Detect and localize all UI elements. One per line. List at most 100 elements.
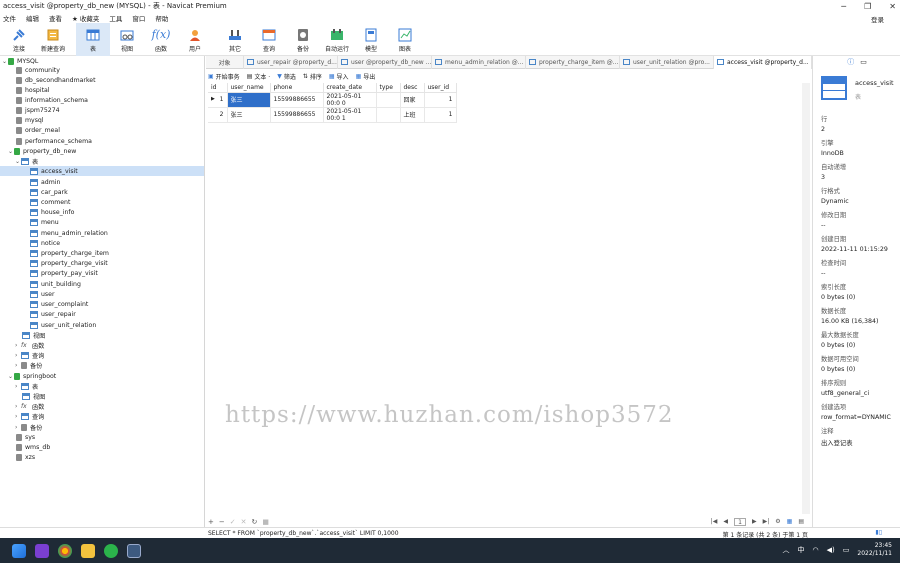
- column-header[interactable]: user_id: [424, 83, 457, 93]
- delete-record-icon[interactable]: −: [219, 518, 225, 526]
- chevron-up-icon[interactable]: ︿: [783, 545, 790, 555]
- table-property-charge-visit[interactable]: property_charge_visit: [30, 258, 108, 268]
- first-page-icon[interactable]: |◀: [711, 518, 718, 525]
- grid-cell[interactable]: ▶ 1: [208, 92, 228, 108]
- wifi-icon[interactable]: ◠: [813, 546, 819, 554]
- tab-access-visit[interactable]: access_visit @property_d...: [714, 55, 812, 69]
- new-query-button[interactable]: 新建查询: [36, 23, 70, 56]
- table-property-pay-visit[interactable]: property_pay_visit: [30, 268, 98, 278]
- table-unit-building[interactable]: unit_building: [30, 279, 81, 289]
- minimize-icon[interactable]: ─: [841, 2, 846, 11]
- start-icon[interactable]: [12, 543, 26, 558]
- grid-cell[interactable]: [376, 92, 401, 108]
- page-number-input[interactable]: 1: [734, 517, 746, 526]
- table-comment[interactable]: comment: [30, 197, 70, 207]
- tab-objects[interactable]: 对象: [206, 55, 244, 69]
- backup-button[interactable]: 备份: [286, 23, 320, 56]
- autorun-button[interactable]: 自动运行: [320, 23, 354, 56]
- menu-edit[interactable]: 编辑: [26, 13, 39, 23]
- tab-property-charge-item[interactable]: property_charge_item @...: [526, 55, 620, 69]
- function-button[interactable]: f(x) 函数: [144, 23, 178, 56]
- springboot-queries[interactable]: › 查询: [15, 411, 44, 421]
- table-access-visit[interactable]: access_visit: [0, 166, 204, 176]
- tab-user[interactable]: user @property_db_new ...: [338, 55, 432, 69]
- db-springboot[interactable]: ⌄ springboot: [8, 371, 56, 381]
- form-view-icon[interactable]: ▤: [798, 518, 804, 525]
- db-sys[interactable]: sys: [16, 432, 35, 442]
- springboot-functions[interactable]: › fx 函数: [15, 401, 44, 411]
- db-xzs[interactable]: xzs: [16, 452, 35, 462]
- table-menu-admin-relation[interactable]: menu_admin_relation: [30, 228, 108, 238]
- navicat-icon[interactable]: [127, 543, 141, 558]
- table-user-repair[interactable]: user_repair: [30, 309, 76, 319]
- grid-cell[interactable]: 2: [208, 107, 228, 123]
- grid-cell[interactable]: 张三: [227, 107, 271, 123]
- column-header[interactable]: desc: [400, 83, 425, 93]
- export-button[interactable]: ▦ 导出: [356, 72, 376, 81]
- last-page-icon[interactable]: ▶|: [763, 518, 770, 525]
- column-header[interactable]: type: [376, 83, 401, 93]
- springboot-backups[interactable]: › 备份: [15, 422, 42, 432]
- chart-button[interactable]: 图表: [388, 23, 422, 56]
- add-record-icon[interactable]: +: [208, 518, 214, 526]
- battery-icon[interactable]: ▭: [843, 546, 850, 554]
- grid-cell[interactable]: 上班: [400, 107, 425, 123]
- wechat-icon[interactable]: [104, 543, 118, 558]
- import-button[interactable]: ▦ 导入: [329, 72, 349, 81]
- springboot-views[interactable]: 视图: [22, 391, 45, 401]
- clock[interactable]: 23:45 2022/11/11: [857, 542, 892, 558]
- db-performance-schema[interactable]: performance_schema: [16, 136, 92, 146]
- grid-cell[interactable]: 张三: [227, 92, 271, 108]
- table-menu[interactable]: menu: [30, 217, 59, 227]
- group-queries[interactable]: › 查询: [15, 350, 44, 360]
- close-icon[interactable]: ✕: [889, 2, 896, 11]
- db-hospital[interactable]: hospital: [16, 85, 50, 95]
- db-order-meal[interactable]: order_meal: [16, 125, 60, 135]
- table-row[interactable]: 2 张三 15599886655 2021-05-01 00:0 1 上班 1: [208, 107, 457, 123]
- menu-file[interactable]: 文件: [3, 13, 16, 23]
- folder-icon[interactable]: [81, 543, 95, 558]
- table-user-unit-relation[interactable]: user_unit_relation: [30, 320, 96, 330]
- table-car-park[interactable]: car_park: [30, 187, 68, 197]
- table-row[interactable]: ▶ 1 张三 15599886655 2021-05-01 00:0 0 回家 1: [208, 92, 457, 108]
- discard-icon[interactable]: ✕: [241, 518, 247, 526]
- column-header[interactable]: user_name: [227, 83, 271, 93]
- column-header[interactable]: phone: [270, 83, 324, 93]
- volume-icon[interactable]: ◀): [827, 546, 835, 554]
- tab-menu-admin-relation[interactable]: menu_admin_relation @...: [432, 55, 526, 69]
- grid-view-icon[interactable]: ▦: [787, 518, 793, 525]
- menu-tools[interactable]: 工具: [109, 13, 122, 23]
- apply-icon[interactable]: ✓: [230, 518, 236, 526]
- table-house-info[interactable]: house_info: [30, 207, 74, 217]
- grid-cell[interactable]: 15599886655: [270, 92, 324, 108]
- layout-icon[interactable]: ▮▯: [875, 529, 882, 536]
- refresh-icon[interactable]: ↻: [252, 518, 258, 526]
- tab-user-repair[interactable]: user_repair @property_d...: [244, 55, 338, 69]
- view-button[interactable]: 视图: [110, 23, 144, 56]
- connect-button[interactable]: 连接: [2, 23, 36, 56]
- group-backups[interactable]: › 备份: [15, 360, 42, 370]
- table-admin[interactable]: admin: [30, 177, 60, 187]
- db-secondhandmarket[interactable]: db_secondhandmarket: [16, 75, 96, 85]
- db-mysql[interactable]: mysql: [16, 115, 44, 125]
- user-button[interactable]: 用户: [178, 23, 212, 56]
- column-header[interactable]: id: [208, 83, 228, 93]
- table-notice[interactable]: notice: [30, 238, 60, 248]
- ime-indicator[interactable]: 中: [798, 545, 805, 555]
- others-button[interactable]: 其它: [218, 23, 252, 56]
- group-functions[interactable]: › fx 函数: [15, 340, 44, 350]
- menu-view[interactable]: 查看: [49, 13, 62, 23]
- vertical-scrollbar[interactable]: [802, 83, 810, 514]
- sort-button[interactable]: ⇅ 排序: [303, 72, 322, 81]
- table-user-complaint[interactable]: user_complaint: [30, 299, 88, 309]
- group-tables[interactable]: ⌄ 表: [15, 156, 38, 166]
- text-button[interactable]: ▤ 文本 ·: [247, 72, 271, 81]
- grid-cell[interactable]: 回家: [400, 92, 425, 108]
- table-user[interactable]: user: [30, 289, 55, 299]
- menu-help[interactable]: 帮助: [155, 13, 168, 23]
- begin-transaction-button[interactable]: ▣ 开始事务: [208, 72, 240, 81]
- ddl-icon[interactable]: ▭: [860, 58, 867, 66]
- filter-button[interactable]: ▼ 筛选: [277, 72, 296, 81]
- springboot-tables[interactable]: › 表: [15, 381, 38, 391]
- chrome-icon[interactable]: [58, 543, 72, 558]
